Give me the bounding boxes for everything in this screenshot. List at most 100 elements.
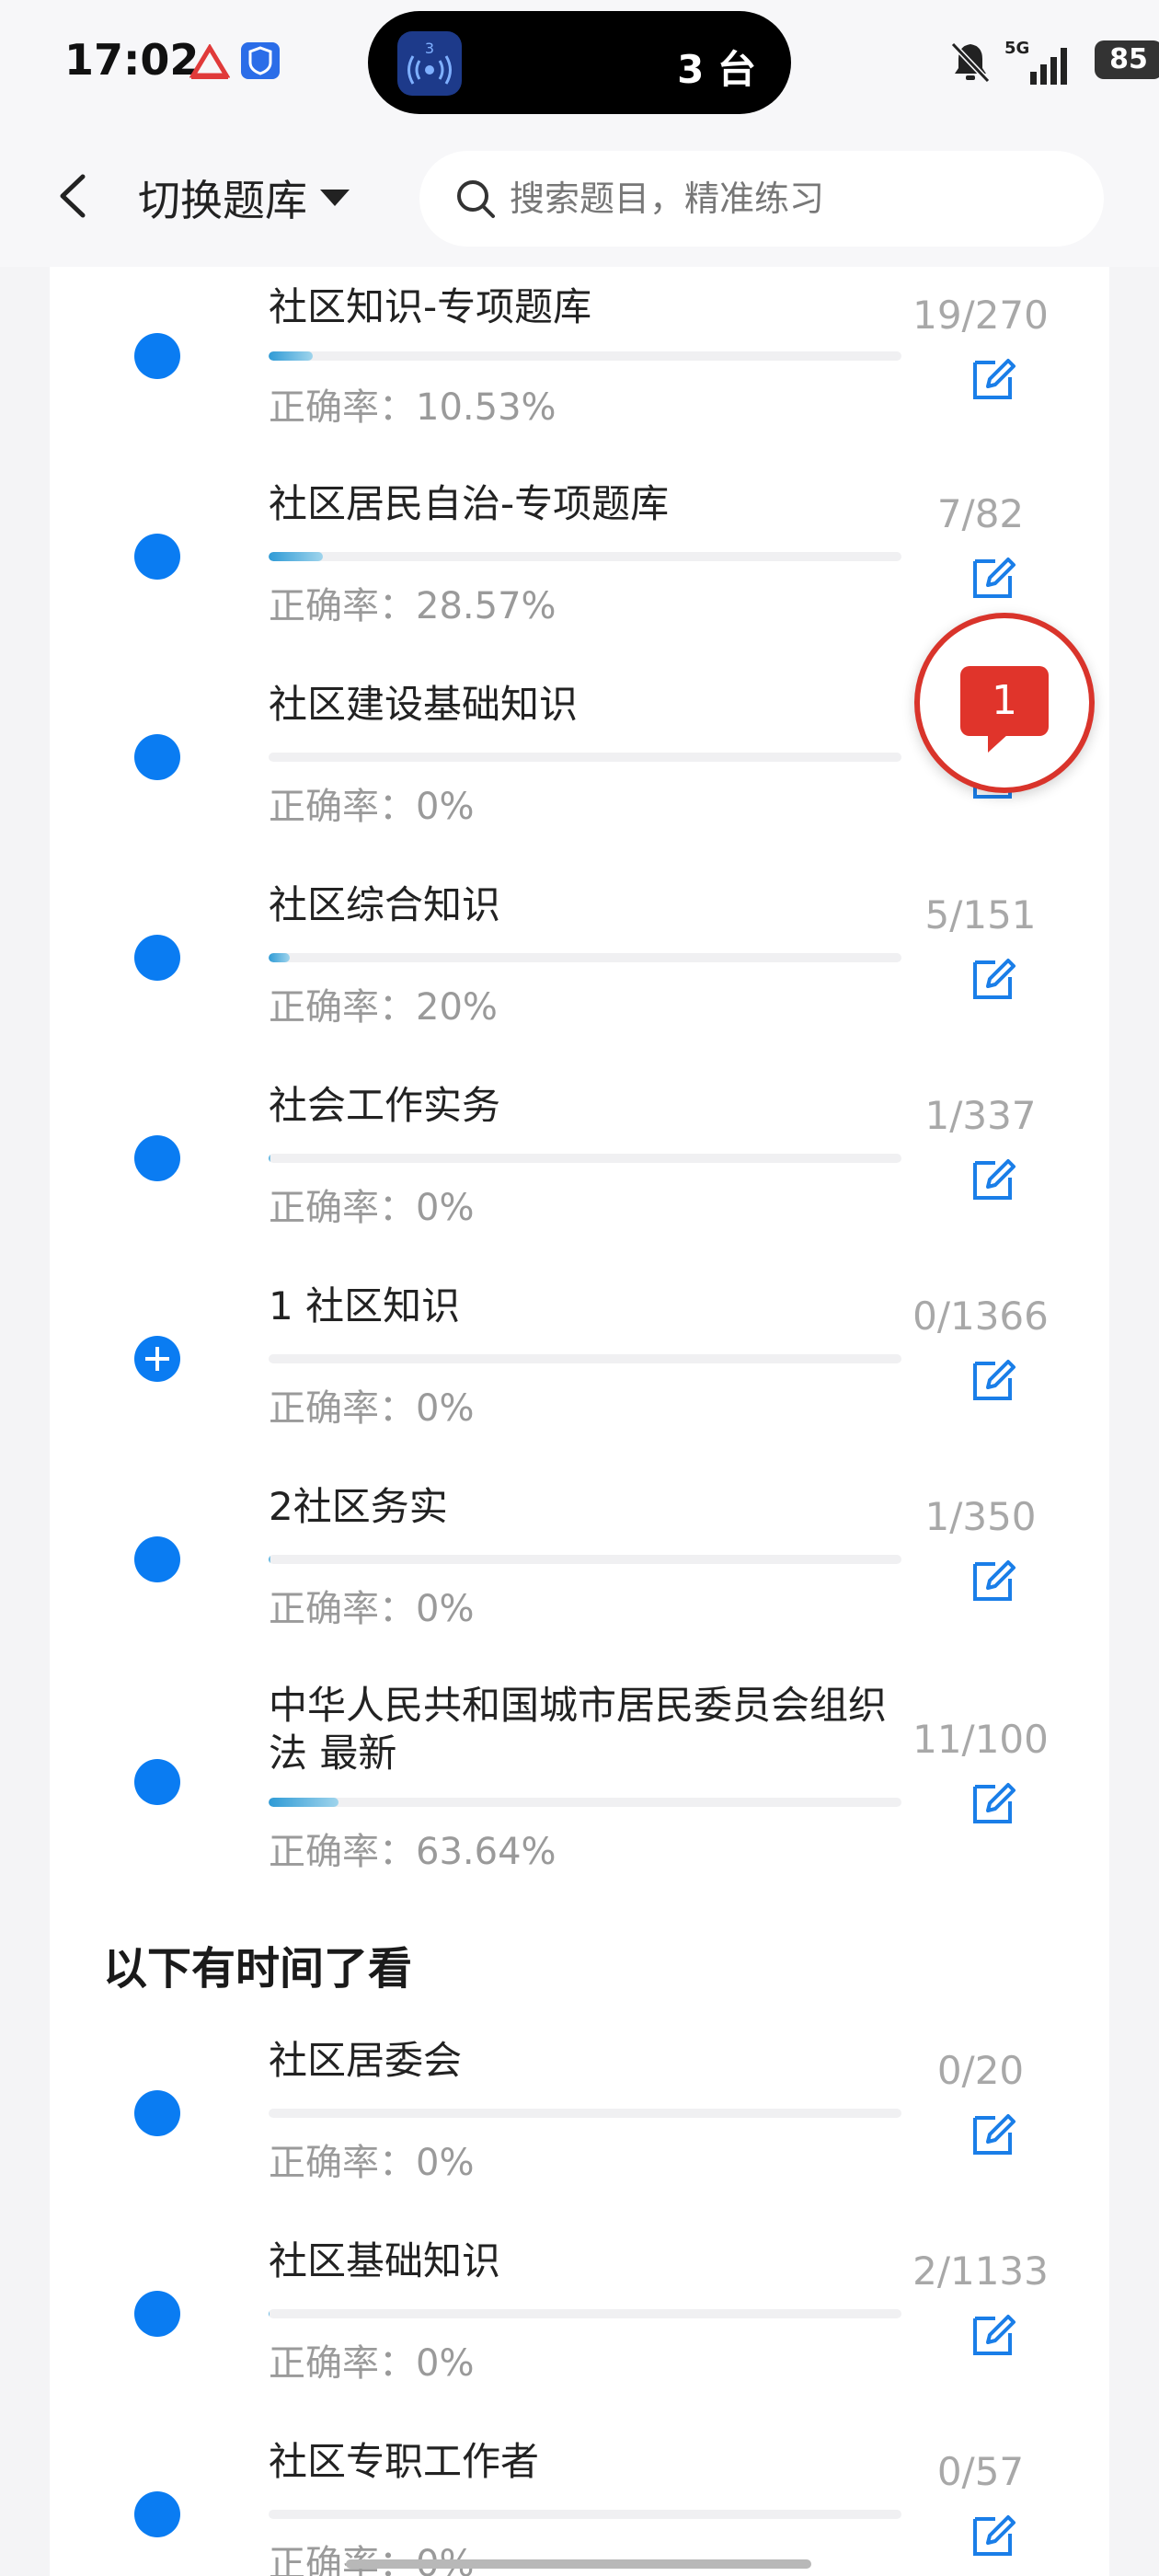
edit-icon[interactable] (968, 1152, 1019, 1203)
broadcast-icon: 3 (397, 31, 462, 96)
status-dot (134, 1135, 180, 1181)
edit-icon[interactable] (968, 2307, 1019, 2359)
progress-bar (269, 953, 901, 962)
status-dot (134, 333, 180, 379)
edit-icon[interactable] (968, 351, 1019, 403)
accuracy-text: 正确率：28.57% (269, 585, 557, 627)
edit-icon[interactable] (968, 951, 1019, 1003)
accuracy-text: 正确率：0% (269, 2534, 474, 2576)
progress-count: 19/270 (912, 293, 1049, 338)
progress-bar (269, 552, 901, 561)
accuracy-value: 0% (416, 2142, 475, 2184)
expand-plus-icon[interactable] (134, 1336, 180, 1382)
item-title: 社区基础知识 (269, 2238, 501, 2283)
island-badge: 3 (425, 40, 434, 57)
list-item[interactable]: 社区综合知识 正确率：20% 5/151 (50, 868, 1109, 1071)
home-indicator[interactable] (346, 2559, 811, 2569)
progress-bar (269, 753, 901, 762)
progress-fill (269, 552, 323, 561)
item-title: 2社区务实 (269, 1484, 448, 1529)
accuracy-value: 0% (416, 1187, 475, 1229)
battery-icon: 85 (1095, 40, 1159, 79)
progress-count: 0/1366 (912, 1294, 1049, 1339)
island-count: 3 台 (677, 47, 756, 92)
progress-bar (269, 351, 901, 361)
list-item[interactable]: 社区知识-专项题库 正确率：10.53% 19/270 (50, 267, 1109, 469)
progress-count: 1/350 (924, 1494, 1037, 1539)
edit-icon[interactable] (968, 2508, 1019, 2559)
search-bar[interactable] (419, 151, 1104, 247)
progress-bar (269, 1798, 901, 1807)
status-dot (134, 2291, 180, 2337)
status-bar: 17:02 3 3 台 5G 85 (0, 0, 1159, 129)
progress-bar (269, 1154, 901, 1163)
edit-icon[interactable] (968, 1553, 1019, 1604)
top-bar: 切换题库 (0, 129, 1159, 267)
progress-bar (269, 2109, 901, 2118)
list-item[interactable]: 2社区务实 正确率：0% 1/350 (50, 1470, 1109, 1673)
accuracy-text: 正确率：0% (269, 1187, 475, 1229)
accuracy-value: 63.64% (416, 1831, 557, 1873)
accuracy-text: 正确率：0% (269, 1387, 475, 1430)
dynamic-island[interactable]: 3 3 台 (368, 11, 791, 114)
section-heading: 以下有时间了看 (98, 1932, 419, 1996)
list-item-expandable[interactable]: 1 社区知识 正确率：0% 0/1366 (50, 1270, 1109, 1472)
status-dot (134, 2491, 180, 2537)
question-bank-list: 社区知识-专项题库 正确率：10.53% 19/270 社区居民自治-专项题库 … (50, 267, 1109, 2576)
edit-icon[interactable] (968, 550, 1019, 602)
status-dot (134, 734, 180, 780)
progress-count: 7/82 (936, 491, 1025, 536)
signal-icon: 5G (1004, 39, 1067, 85)
progress-count: 1/337 (924, 1093, 1037, 1138)
progress-fill (269, 2309, 270, 2318)
switch-library-dropdown[interactable]: 切换题库 (138, 166, 350, 230)
list-item[interactable]: 社区居委会 正确率：0% 0/20 (50, 2024, 1109, 2226)
edit-icon[interactable] (968, 2107, 1019, 2158)
progress-fill (269, 1798, 339, 1807)
shield-app-icon (241, 42, 280, 79)
item-title: 社区居民自治-专项题库 (269, 481, 670, 526)
status-dot (134, 1536, 180, 1582)
list-item[interactable]: 社区专职工作者 正确率：0% 0/57 (50, 2425, 1109, 2576)
accuracy-text: 正确率：0% (269, 1588, 475, 1630)
accuracy-text: 正确率：0% (269, 786, 475, 828)
floating-message-button[interactable]: 1 (914, 613, 1095, 793)
list-item[interactable]: 社区基础知识 正确率：0% 2/1133 (50, 2225, 1109, 2427)
progress-fill (269, 953, 290, 962)
accuracy-value: 0% (416, 786, 475, 828)
accuracy-value: 10.53% (416, 386, 557, 429)
accuracy-value: 0% (416, 2342, 475, 2385)
search-icon (457, 180, 495, 218)
progress-fill (269, 1154, 271, 1163)
accuracy-text: 正确率：63.64% (269, 1831, 557, 1873)
progress-count: 5/151 (924, 892, 1037, 937)
progress-count: 2/1133 (912, 2248, 1049, 2294)
accuracy-value: 28.57% (416, 585, 557, 627)
back-arrow-icon[interactable] (44, 164, 109, 228)
accuracy-text: 正确率：0% (269, 2342, 475, 2385)
item-title: 社区知识-专项题库 (269, 284, 592, 329)
item-title: 社区综合知识 (269, 882, 501, 927)
item-title: 中华人民共和国城市居民委员会组织法 最新 (269, 1683, 888, 1776)
status-dot (134, 2090, 180, 2136)
item-title: 1 社区知识 (269, 1283, 461, 1328)
item-title: 社区建设基础知识 (269, 682, 579, 727)
caret-down-icon (320, 190, 350, 206)
item-title: 社区专职工作者 (269, 2439, 540, 2484)
accuracy-value: 0% (416, 1588, 475, 1630)
edit-icon[interactable] (968, 1352, 1019, 1404)
item-title: 社区居委会 (269, 2038, 463, 2083)
progress-bar (269, 1354, 901, 1363)
edit-icon[interactable] (968, 1776, 1019, 1827)
search-input[interactable] (508, 178, 1063, 220)
status-time: 17:02 (64, 35, 200, 85)
status-dot (134, 1759, 180, 1805)
list-item[interactable]: 中华人民共和国城市居民委员会组织法 最新 正确率：63.64% 11/100 (50, 1671, 1109, 1910)
switch-library-label: 切换题库 (138, 176, 307, 225)
accuracy-text: 正确率：20% (269, 986, 498, 1029)
progress-count: 11/100 (912, 1717, 1049, 1762)
accuracy-value: 0% (416, 1387, 475, 1430)
progress-fill (269, 351, 314, 361)
status-dot (134, 534, 180, 580)
list-item[interactable]: 社会工作实务 正确率：0% 1/337 (50, 1069, 1109, 1271)
